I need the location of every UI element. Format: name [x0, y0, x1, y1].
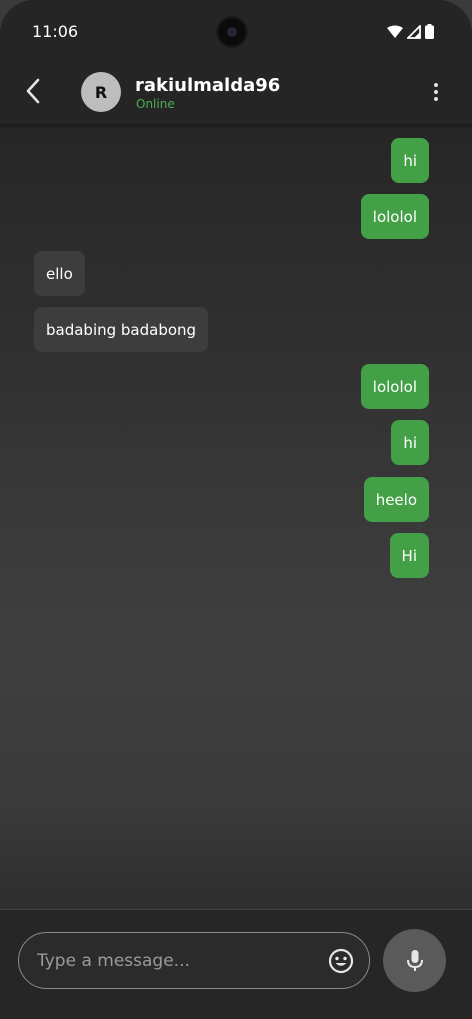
contact-name[interactable]: rakiulmalda96	[135, 75, 280, 96]
wifi-icon	[387, 25, 403, 38]
message-bubble-received[interactable]: ello	[34, 251, 85, 296]
status-time: 11:06	[32, 22, 79, 41]
composer-bar	[0, 909, 472, 1019]
message-bubble-sent[interactable]: Hi	[389, 533, 429, 578]
message-bubble-sent[interactable]: lololol	[360, 364, 429, 409]
voice-record-button[interactable]	[383, 929, 446, 992]
message-bubble-sent[interactable]: hi	[391, 138, 429, 183]
chat-header: R rakiulmalda96 Online	[0, 62, 472, 124]
microphone-icon	[406, 949, 423, 971]
emoji-icon[interactable]	[328, 948, 354, 974]
message-input[interactable]	[37, 933, 317, 988]
avatar-initial: R	[94, 82, 108, 102]
message-bubble-received[interactable]: badabing badabong	[34, 307, 209, 352]
message-input-container[interactable]	[18, 932, 370, 989]
more-vert-icon	[434, 83, 438, 87]
message-list[interactable]: hi lololol ello badabing badabong lololo…	[0, 124, 472, 909]
message-bubble-sent[interactable]: hi	[391, 420, 429, 465]
status-icons	[387, 24, 434, 39]
more-options-button[interactable]	[426, 80, 446, 104]
front-camera	[216, 16, 248, 48]
message-bubble-sent[interactable]: heelo	[363, 477, 429, 522]
message-bubble-sent[interactable]: lololol	[360, 194, 429, 239]
back-button[interactable]	[18, 76, 48, 106]
status-bar: 11:06	[0, 0, 472, 62]
avatar[interactable]: R	[81, 72, 121, 112]
battery-icon	[425, 24, 434, 39]
signal-icon	[407, 24, 421, 39]
chat-screen: 11:06 R rakiulmalda96 Online hi lololol …	[0, 0, 472, 1019]
back-arrow-icon	[26, 78, 40, 104]
contact-status: Online	[136, 97, 175, 111]
